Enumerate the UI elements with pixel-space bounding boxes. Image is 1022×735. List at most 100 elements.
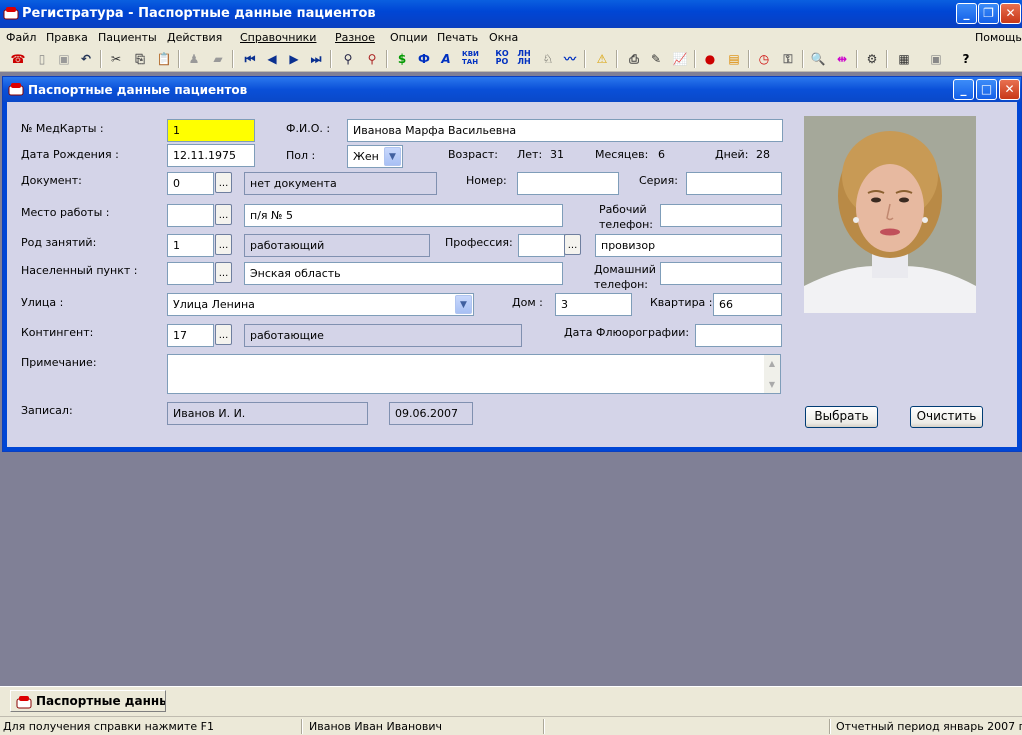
ko-icon[interactable]: КО РО xyxy=(494,50,510,66)
menu-options[interactable]: Опции xyxy=(390,31,428,44)
clock-icon[interactable]: ◷ xyxy=(756,51,772,67)
chevron-down-icon[interactable]: ▼ xyxy=(384,147,401,166)
apple-icon[interactable]: ● xyxy=(702,51,718,67)
locality-name-input[interactable]: Энская область xyxy=(244,262,563,285)
undo-icon[interactable]: ↶ xyxy=(78,51,94,67)
birth-date-input[interactable]: 12.11.1975 xyxy=(167,144,255,167)
a-icon[interactable]: А xyxy=(438,51,454,67)
locality-lookup-button[interactable]: ... xyxy=(215,262,232,283)
payment-icon[interactable]: $ xyxy=(394,51,410,67)
document-code-input[interactable]: 0 xyxy=(167,172,214,195)
chevron-down-icon[interactable]: ▼ xyxy=(455,295,472,314)
zoom-icon[interactable]: 🔍 xyxy=(810,51,826,67)
child-minimize-button[interactable]: _ xyxy=(953,79,974,100)
receipt-icon[interactable]: КВИ ТАН xyxy=(462,50,479,66)
occupation-lookup-button[interactable]: ... xyxy=(215,234,232,255)
close-button[interactable]: ✕ xyxy=(1000,3,1021,24)
occupation-code-input[interactable]: 1 xyxy=(167,234,214,257)
sex-select[interactable]: Жен ▼ xyxy=(347,145,403,168)
app-title: Регистратура - Паспортные данные пациент… xyxy=(22,6,376,21)
last-record-icon[interactable]: ⏭ xyxy=(308,51,324,67)
minimize-button[interactable]: _ xyxy=(956,3,977,24)
settings-icon[interactable]: ⚙ xyxy=(864,51,880,67)
chart-line-icon[interactable]: 〰 xyxy=(562,51,578,67)
locality-code-input[interactable] xyxy=(167,262,214,285)
menu-edit[interactable]: Правка xyxy=(46,31,88,44)
paste-icon[interactable]: 📋 xyxy=(156,51,172,67)
scroll-up-icon[interactable]: ▲ xyxy=(764,355,780,372)
fio-input[interactable]: Иванова Марфа Васильевна xyxy=(347,119,783,142)
phi-icon[interactable]: Ф xyxy=(416,51,432,67)
child-close-button[interactable]: ✕ xyxy=(999,79,1020,100)
help-icon[interactable]: ? xyxy=(958,51,974,67)
app-icon[interactable] xyxy=(3,5,19,21)
menu-references[interactable]: Справочники xyxy=(240,31,316,44)
erase-icon[interactable]: ▰ xyxy=(210,51,226,67)
next-record-icon[interactable]: ▶ xyxy=(286,51,302,67)
number-input[interactable] xyxy=(517,172,619,195)
document-label: Документ: xyxy=(21,174,82,187)
key-icon[interactable]: ⚿ xyxy=(780,51,796,67)
work-lookup-button[interactable]: ... xyxy=(215,204,232,225)
save-icon[interactable]: ▣ xyxy=(56,51,72,67)
cut-icon[interactable]: ✂ xyxy=(108,51,124,67)
printer-app-icon[interactable]: ☎ xyxy=(10,51,26,67)
note-textarea[interactable]: ▲ ▼ xyxy=(167,354,781,394)
scroll-down-icon[interactable]: ▼ xyxy=(764,376,780,393)
find-next-icon[interactable]: ⚲ xyxy=(364,51,380,67)
profession-name-input[interactable]: провизор xyxy=(595,234,782,257)
child-title-bar: Паспортные данные пациентов _ □ ✕ xyxy=(3,77,1021,102)
profession-lookup-button[interactable]: ... xyxy=(564,234,581,255)
restore-button[interactable]: ❐ xyxy=(978,3,999,24)
stamp-icon[interactable]: ♟ xyxy=(186,51,202,67)
new-file-icon[interactable]: ▯ xyxy=(34,51,50,67)
ln-icon[interactable]: ЛН ЛН xyxy=(516,50,532,66)
child-maximize-button[interactable]: □ xyxy=(976,79,997,100)
menu-misc[interactable]: Разное xyxy=(335,31,375,44)
days-value: 28 xyxy=(756,148,770,161)
series-input[interactable] xyxy=(686,172,782,195)
street-select[interactable]: Улица Ленина ▼ xyxy=(167,293,474,316)
first-record-icon[interactable]: ⏮ xyxy=(242,51,258,67)
print-icon[interactable]: ⎙ xyxy=(626,51,642,67)
document-lookup-button[interactable]: ... xyxy=(215,172,232,193)
copy-icon[interactable]: ⎘ xyxy=(132,51,148,67)
menu-patients[interactable]: Пациенты xyxy=(98,31,157,44)
calculator-icon[interactable]: ▦ xyxy=(896,51,912,67)
menu-file[interactable]: Файл xyxy=(6,31,36,44)
patient-photo-image xyxy=(804,116,976,313)
warning-icon[interactable]: ⚠ xyxy=(594,51,610,67)
tooth-icon[interactable]: ♘ xyxy=(540,51,556,67)
split-icon[interactable]: ⇹ xyxy=(834,51,850,67)
contingent-label: Контингент: xyxy=(21,326,94,339)
prev-record-icon[interactable]: ◀ xyxy=(264,51,280,67)
locality-label: Населенный пункт : xyxy=(21,264,138,277)
work-phone-input[interactable] xyxy=(660,204,782,227)
menu-actions[interactable]: Действия xyxy=(167,31,222,44)
menu-print[interactable]: Печать xyxy=(437,31,478,44)
contingent-code-input[interactable]: 17 xyxy=(167,324,214,347)
graph-icon[interactable]: 📈 xyxy=(672,51,688,67)
menu-help[interactable]: Помощь xyxy=(975,31,1022,44)
apartment-input[interactable]: 66 xyxy=(713,293,782,316)
home-phone-input[interactable] xyxy=(660,262,782,285)
clear-button[interactable]: Очистить xyxy=(910,406,983,428)
work-name-input[interactable]: п/я № 5 xyxy=(244,204,563,227)
preview-icon[interactable]: ✎ xyxy=(648,51,664,67)
work-code-input[interactable] xyxy=(167,204,214,227)
contingent-lookup-button[interactable]: ... xyxy=(215,324,232,345)
mdi-tab-passport[interactable]: Паспортные данные п xyxy=(10,690,166,712)
menu-windows[interactable]: Окна xyxy=(489,31,518,44)
profession-label: Профессия: xyxy=(445,236,513,249)
house-input[interactable]: 3 xyxy=(555,293,632,316)
window-icon[interactable] xyxy=(8,81,24,97)
note-scrollbar[interactable]: ▲ ▼ xyxy=(764,355,780,393)
find-icon[interactable]: ⚲ xyxy=(340,51,356,67)
select-button[interactable]: Выбрать xyxy=(805,406,878,428)
disabled-icon[interactable]: ▣ xyxy=(928,51,944,67)
export-icon[interactable]: ▤ xyxy=(726,51,742,67)
fluorography-input[interactable] xyxy=(695,324,782,347)
contingent-name: работающие xyxy=(244,324,522,347)
profession-code-input[interactable] xyxy=(518,234,565,257)
medcard-input[interactable]: 1 xyxy=(167,119,255,142)
